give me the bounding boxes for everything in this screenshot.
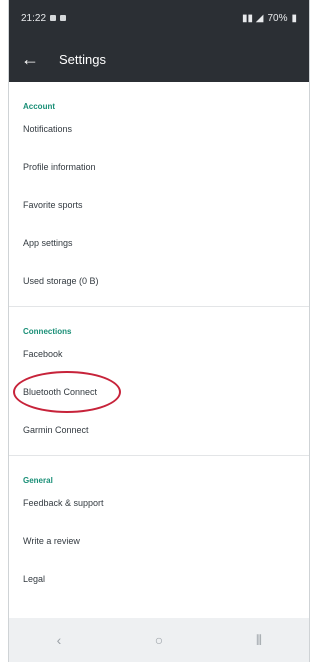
battery-level: 70%	[267, 12, 288, 24]
page-title: Settings	[59, 51, 106, 67]
phone-screen: 21:22 ▮▮ ◢ 70% ▮ ← Settings Account Noti…	[8, 0, 310, 662]
settings-item-app-settings[interactable]: App settings	[9, 224, 309, 262]
settings-item-label: Bluetooth Connect	[23, 387, 98, 397]
home-icon[interactable]: ○	[139, 632, 179, 648]
section-header-general: General	[23, 476, 53, 485]
back-nav-icon[interactable]: ‹	[39, 632, 79, 648]
settings-item-garmin-connect[interactable]: Garmin Connect	[9, 411, 309, 449]
settings-item-used-storage[interactable]: Used storage (0 B)	[9, 262, 309, 300]
battery-icon: ▮	[291, 12, 297, 24]
settings-item-facebook[interactable]: Facebook	[9, 335, 309, 373]
settings-item-bluetooth-connect[interactable]: Bluetooth Connect	[9, 371, 309, 413]
settings-item-legal[interactable]: Legal	[9, 560, 309, 598]
section-header-connections: Connections	[23, 327, 72, 336]
app-bar: ← Settings	[9, 36, 309, 82]
settings-item-notifications[interactable]: Notifications	[9, 110, 309, 148]
status-time: 21:22	[21, 12, 47, 24]
section-header-account: Account	[23, 102, 55, 111]
settings-item-write-review[interactable]: Write a review	[9, 522, 309, 560]
settings-item-profile-information[interactable]: Profile information	[9, 148, 309, 186]
recent-apps-icon[interactable]: ⦀	[239, 632, 279, 649]
arrow-left-icon[interactable]: ←	[21, 50, 47, 68]
system-nav-bar: ‹ ○ ⦀	[9, 618, 309, 662]
status-bar: 21:22 ▮▮ ◢ 70% ▮	[9, 0, 309, 36]
notification-icon	[50, 15, 57, 21]
settings-item-favorite-sports[interactable]: Favorite sports	[9, 186, 309, 224]
gallery-icon	[60, 15, 67, 21]
signal-icon: ▮▮ ◢	[241, 12, 264, 24]
settings-item-feedback-support[interactable]: Feedback & support	[9, 484, 309, 522]
